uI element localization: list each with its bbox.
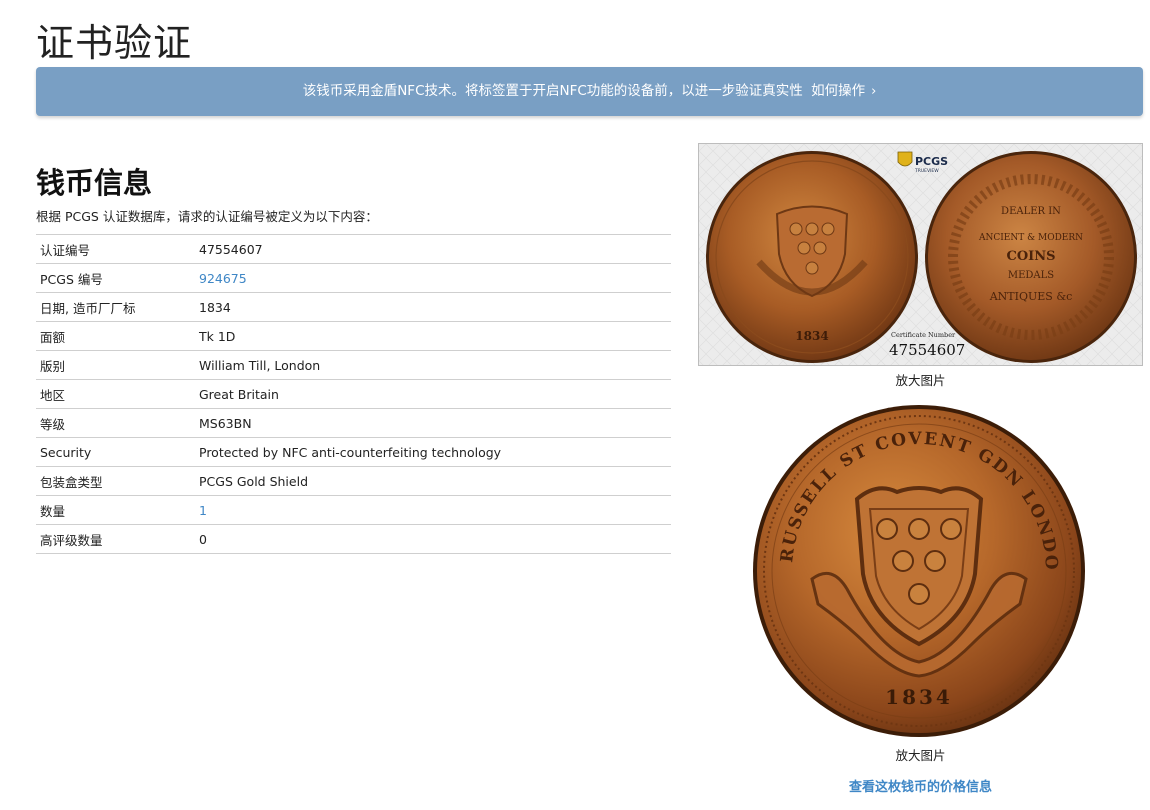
table-row: 版别 William Till, London xyxy=(36,350,671,380)
obverse-coin-thumb: 1834 xyxy=(706,151,918,363)
row-label: 包装盒类型 xyxy=(40,474,103,490)
price-guide-link[interactable]: 查看这枚钱币的价格信息 xyxy=(698,776,1143,795)
security-value: Protected by NFC anti-counterfeiting tec… xyxy=(199,444,502,460)
holder-type-value: PCGS Gold Shield xyxy=(199,473,309,489)
row-label: 认证编号 xyxy=(40,242,91,258)
date-value: 1834 xyxy=(199,299,231,315)
population-link[interactable]: 1 xyxy=(199,503,207,518)
denomination-value: Tk 1D xyxy=(199,328,236,344)
svg-text:Certificate Number: Certificate Number xyxy=(891,331,956,339)
svg-text:1834: 1834 xyxy=(795,329,828,343)
variety-value: William Till, London xyxy=(199,357,321,373)
table-row: 高评级数量 0 xyxy=(36,524,671,554)
row-label: PCGS 编号 xyxy=(40,271,103,287)
row-label: 日期, 造币厂厂标 xyxy=(40,300,136,316)
how-to-label: 如何操作 xyxy=(811,83,866,99)
row-label: 等级 xyxy=(40,416,66,432)
enlarge-coin-image-link[interactable]: 放大图片 xyxy=(698,745,1143,764)
how-to-link[interactable]: 如何操作 › xyxy=(811,83,876,99)
nfc-banner: 该钱币采用金盾NFC技术。将标签置于开启NFC功能的设备前，以进一步验证真实性 … xyxy=(36,67,1143,116)
row-label: Security xyxy=(40,444,92,460)
svg-text:ANTIQUES &c: ANTIQUES &c xyxy=(989,290,1073,303)
row-label: 数量 xyxy=(40,503,66,519)
svg-text:DEALER IN: DEALER IN xyxy=(1001,206,1061,217)
svg-text:47554607: 47554607 xyxy=(889,341,965,359)
region-value: Great Britain xyxy=(199,386,279,402)
coin-info-intro: 根据 PCGS 认证数据库，请求的认证编号被定义为以下内容： xyxy=(36,209,378,224)
reverse-coin-thumb: DEALER IN ANCIENT & MODERN COINS MEDALS … xyxy=(925,151,1137,363)
cert-number-value: 47554607 xyxy=(199,241,263,257)
pcgs-number-link[interactable]: 924675 xyxy=(199,271,247,286)
svg-text:MEDALS: MEDALS xyxy=(1008,270,1054,281)
row-label: 版别 xyxy=(40,358,66,374)
svg-text:1834: 1834 xyxy=(885,685,953,709)
trueview-slab-image[interactable]: 1834 DEALER IN ANCIENT & MODERN COINS ME… xyxy=(698,143,1143,366)
page-title: 证书验证 xyxy=(36,21,193,65)
coin-info-heading: 钱币信息 xyxy=(36,166,153,200)
grade-value: MS63BN xyxy=(199,415,252,431)
svg-text:PCGS: PCGS xyxy=(915,155,948,168)
chevron-right-icon: › xyxy=(871,84,877,99)
table-row: 地区 Great Britain xyxy=(36,379,671,409)
table-row: 面额 Tk 1D xyxy=(36,321,671,351)
nfc-banner-text: 该钱币采用金盾NFC技术。将标签置于开启NFC功能的设备前，以进一步验证真实性 xyxy=(302,83,803,99)
table-row: 包装盒类型 PCGS Gold Shield xyxy=(36,466,671,496)
row-label: 面额 xyxy=(40,329,66,345)
coin-info-table: 认证编号 47554607 PCGS 编号 924675 日期, 造币厂厂标 1… xyxy=(36,234,671,554)
table-row: 数量 1 xyxy=(36,495,671,525)
svg-text:COINS: COINS xyxy=(1006,249,1055,264)
table-row: PCGS 编号 924675 xyxy=(36,263,671,293)
svg-text:ANCIENT & MODERN: ANCIENT & MODERN xyxy=(978,233,1083,243)
large-coin-image[interactable]: RUSSELL ST COVENT GDN LONDON · W. TILL 1… xyxy=(742,389,1086,738)
table-row: 认证编号 47554607 xyxy=(36,234,671,264)
row-label: 地区 xyxy=(40,387,66,403)
table-row: Security Protected by NFC anti-counterfe… xyxy=(36,437,671,467)
table-row: 等级 MS63BN xyxy=(36,408,671,438)
row-label: 高评级数量 xyxy=(40,532,103,548)
certificate-number-overlay: Certificate Number 47554607 xyxy=(889,331,965,359)
table-row: 日期, 造币厂厂标 1834 xyxy=(36,292,671,322)
pop-higher-value: 0 xyxy=(199,531,207,547)
svg-text:TRUEVIEW: TRUEVIEW xyxy=(914,168,939,174)
enlarge-slab-image-link[interactable]: 放大图片 xyxy=(698,370,1143,389)
